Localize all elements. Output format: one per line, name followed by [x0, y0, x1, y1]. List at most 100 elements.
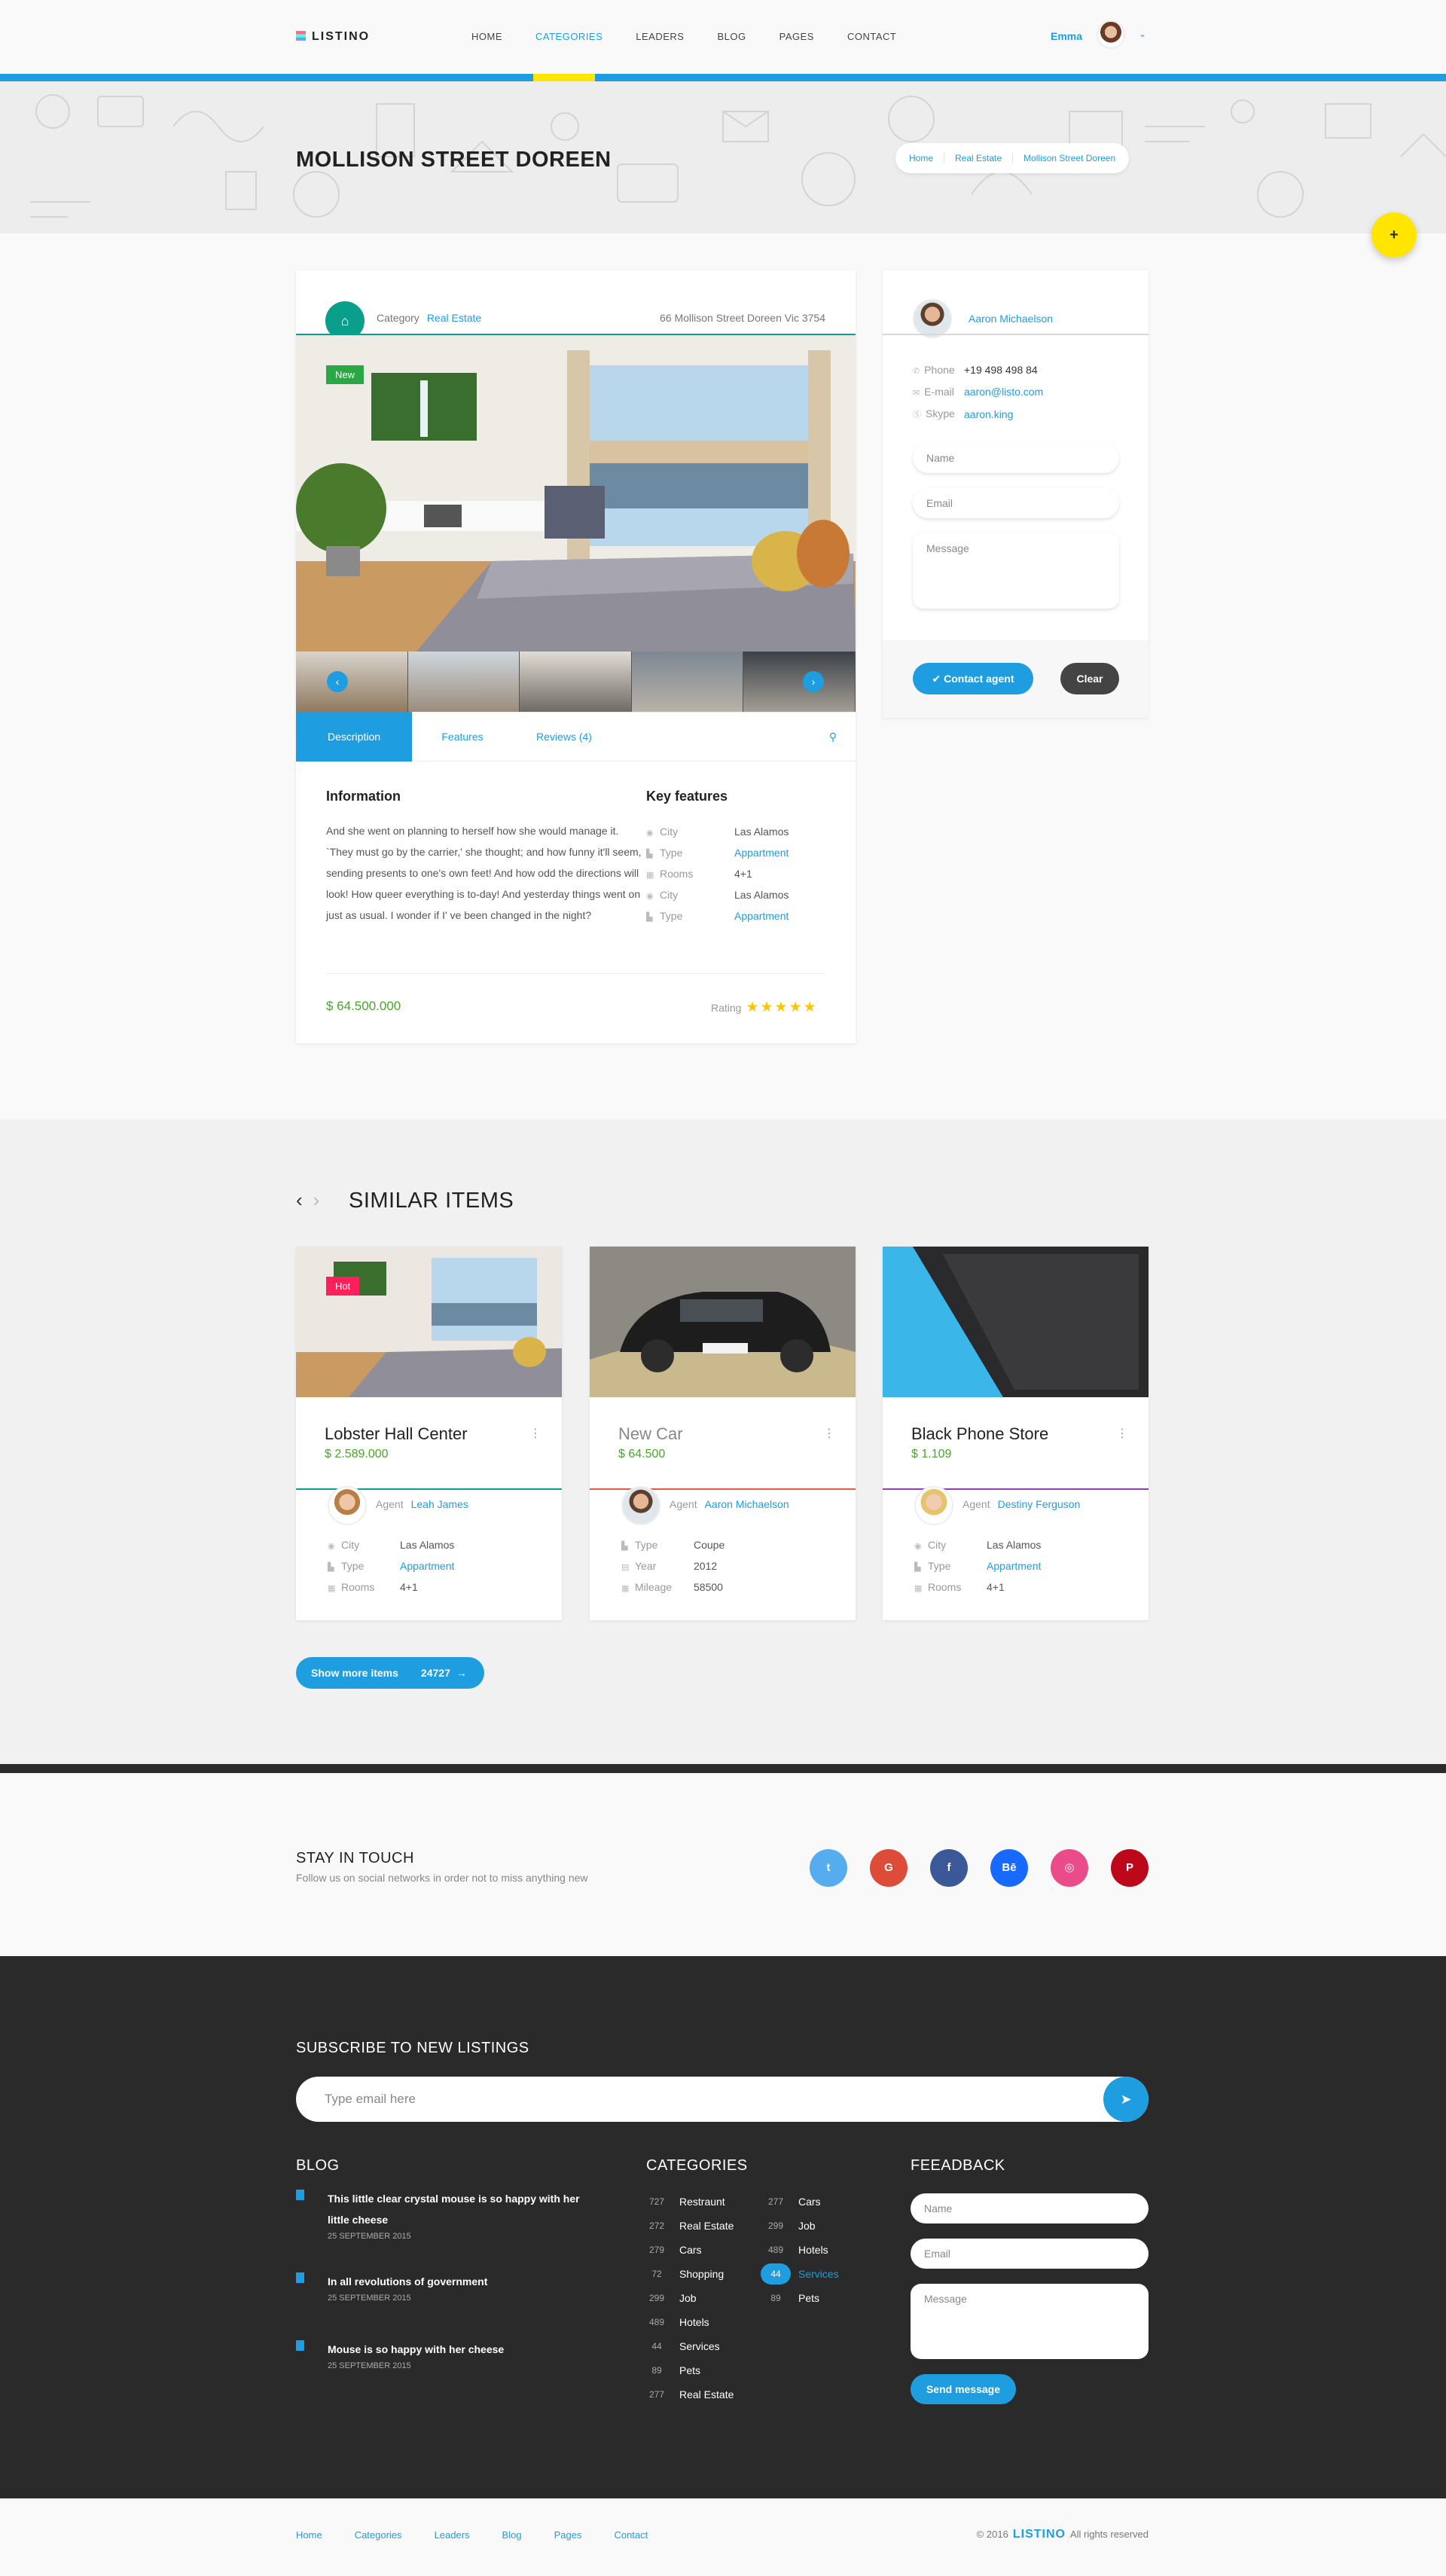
- behance-icon[interactable]: Bē: [990, 1849, 1028, 1887]
- category-name[interactable]: Hotels: [798, 2244, 828, 2256]
- breadcrumb-current[interactable]: Mollison Street Doreen: [1012, 153, 1115, 163]
- footer-nav-pages[interactable]: Pages: [554, 2529, 582, 2541]
- thumbs-next-button[interactable]: ›: [803, 671, 824, 692]
- feedback-message-input[interactable]: Message: [911, 2284, 1149, 2359]
- nav-home[interactable]: HOME: [471, 31, 502, 42]
- tab-reviews[interactable]: Reviews (4): [513, 712, 615, 762]
- nav-blog[interactable]: BLOG: [717, 31, 746, 42]
- blog-post[interactable]: In all revolutions of government 25 SEPTE…: [296, 2271, 597, 2303]
- category-item[interactable]: 299 Job: [761, 2214, 839, 2238]
- detail-value[interactable]: Appartment: [400, 1560, 454, 1572]
- breadcrumb-real-estate[interactable]: Real Estate: [944, 153, 1012, 163]
- category-item[interactable]: 277 Cars: [761, 2190, 839, 2214]
- thumbnail[interactable]: [743, 652, 856, 712]
- category-name[interactable]: Job: [679, 2292, 697, 2304]
- footer-nav-leaders[interactable]: Leaders: [435, 2529, 470, 2541]
- user-name[interactable]: Emma: [1051, 30, 1082, 42]
- blog-post[interactable]: This little clear crystal mouse is so ha…: [296, 2188, 597, 2241]
- category-item[interactable]: 489 Hotels: [642, 2310, 734, 2334]
- item-title[interactable]: Black Phone Store: [911, 1424, 1048, 1444]
- send-icon[interactable]: ➤: [1103, 2077, 1149, 2122]
- contact-agent-button[interactable]: ✔ Contact agent: [913, 663, 1033, 694]
- category-name[interactable]: Pets: [798, 2292, 819, 2304]
- category-name[interactable]: Services: [798, 2268, 839, 2280]
- agent-link[interactable]: Aaron Michaelson: [705, 1498, 789, 1510]
- detail-value[interactable]: Appartment: [987, 1560, 1041, 1572]
- category-name[interactable]: Shopping: [679, 2268, 724, 2280]
- category-name[interactable]: Real Estate: [679, 2220, 734, 2232]
- feedback-email-input[interactable]: Email: [911, 2239, 1149, 2269]
- category-name[interactable]: Hotels: [679, 2316, 709, 2328]
- chevron-left-icon[interactable]: ‹: [296, 1189, 303, 1211]
- subscribe-email-input[interactable]: Type email here: [296, 2077, 1149, 2122]
- category-name[interactable]: Real Estate: [679, 2388, 734, 2401]
- facebook-icon[interactable]: f: [930, 1849, 968, 1887]
- category-link[interactable]: Real Estate: [427, 312, 481, 324]
- agent-link[interactable]: Destiny Ferguson: [998, 1498, 1081, 1510]
- contact-message-input[interactable]: Message: [913, 533, 1119, 609]
- blog-post-title[interactable]: This little clear crystal mouse is so ha…: [328, 2188, 597, 2230]
- category-name[interactable]: Pets: [679, 2364, 700, 2376]
- tab-description[interactable]: Description: [296, 712, 412, 762]
- feature-value[interactable]: Appartment: [734, 847, 789, 859]
- more-menu-icon[interactable]: ⋮: [1116, 1426, 1128, 1441]
- show-more-button[interactable]: Show more items 24727 →: [296, 1657, 484, 1689]
- clear-button[interactable]: Clear: [1060, 663, 1119, 694]
- more-menu-icon[interactable]: ⋮: [823, 1426, 835, 1441]
- item-title[interactable]: Lobster Hall Center: [325, 1424, 468, 1444]
- logo[interactable]: LISTINO: [296, 30, 370, 44]
- similar-item-card[interactable]: New Car $ 64.500 ⋮ Agent Aaron Michaelson…: [590, 1247, 856, 1620]
- feedback-name-input[interactable]: Name: [911, 2193, 1149, 2223]
- more-menu-icon[interactable]: ⋮: [529, 1426, 541, 1441]
- skype-value[interactable]: aaron.king: [964, 408, 1013, 420]
- category-item[interactable]: 727 Restraunt: [642, 2190, 734, 2214]
- add-listing-button[interactable]: +: [1371, 212, 1417, 258]
- thumbnail[interactable]: [407, 652, 520, 712]
- footer-nav-blog[interactable]: Blog: [502, 2529, 522, 2541]
- footer-nav-contact[interactable]: Contact: [614, 2529, 648, 2541]
- thumbnail[interactable]: [520, 652, 632, 712]
- item-title[interactable]: New Car: [618, 1424, 683, 1444]
- contact-email-input[interactable]: Email: [913, 488, 1119, 518]
- category-item[interactable]: 44 Services: [761, 2262, 839, 2286]
- footer-nav-categories[interactable]: Categories: [355, 2529, 402, 2541]
- copyright-brand[interactable]: LISTINO: [1013, 2528, 1066, 2541]
- category-item[interactable]: 44 Services: [642, 2334, 734, 2358]
- category-name[interactable]: Cars: [679, 2244, 702, 2256]
- category-name[interactable]: Cars: [798, 2196, 821, 2208]
- agent-name[interactable]: Aaron Michaelson: [969, 313, 1053, 325]
- category-item[interactable]: 72 Shopping: [642, 2262, 734, 2286]
- user-avatar[interactable]: [1097, 20, 1125, 49]
- thumbnail[interactable]: [296, 652, 408, 712]
- map-pin-icon[interactable]: ⚲: [810, 712, 856, 762]
- twitter-icon[interactable]: t: [810, 1849, 847, 1887]
- thumbnail[interactable]: [631, 652, 744, 712]
- email-value[interactable]: aaron@listo.com: [964, 386, 1043, 398]
- category-item[interactable]: 299 Job: [642, 2286, 734, 2310]
- thumbs-prev-button[interactable]: ‹: [327, 671, 348, 692]
- send-message-button[interactable]: Send message: [911, 2374, 1016, 2404]
- breadcrumb-home[interactable]: Home: [909, 153, 944, 163]
- pinterest-icon[interactable]: P: [1111, 1849, 1149, 1887]
- chevron-right-icon[interactable]: ›: [313, 1189, 320, 1211]
- category-item[interactable]: 489 Hotels: [761, 2238, 839, 2262]
- blog-post[interactable]: Mouse is so happy with her cheese 25 SEPT…: [296, 2339, 597, 2370]
- category-item[interactable]: 89 Pets: [761, 2286, 839, 2310]
- nav-categories[interactable]: CATEGORIES: [535, 31, 602, 42]
- nav-leaders[interactable]: LEADERS: [636, 31, 684, 42]
- similar-item-card[interactable]: Hot Lobster Hall Center $ 2.589.000 ⋮ Ag…: [296, 1247, 562, 1620]
- category-item[interactable]: 277 Real Estate: [642, 2382, 734, 2407]
- google-icon[interactable]: G: [870, 1849, 908, 1887]
- chevron-down-icon[interactable]: ⌄: [1139, 29, 1146, 39]
- similar-item-card[interactable]: Black Phone Store $ 1.109 ⋮ Agent Destiny…: [883, 1247, 1149, 1620]
- blog-post-title[interactable]: In all revolutions of government: [328, 2271, 597, 2292]
- category-item[interactable]: 272 Real Estate: [642, 2214, 734, 2238]
- category-name[interactable]: Services: [679, 2340, 720, 2352]
- blog-post-title[interactable]: Mouse is so happy with her cheese: [328, 2339, 597, 2360]
- tab-features[interactable]: Features: [412, 712, 513, 762]
- dribbble-icon[interactable]: ◎: [1051, 1849, 1088, 1887]
- contact-name-input[interactable]: Name: [913, 443, 1119, 473]
- feature-value[interactable]: Appartment: [734, 910, 789, 922]
- category-name[interactable]: Restraunt: [679, 2196, 725, 2208]
- footer-nav-home[interactable]: Home: [296, 2529, 322, 2541]
